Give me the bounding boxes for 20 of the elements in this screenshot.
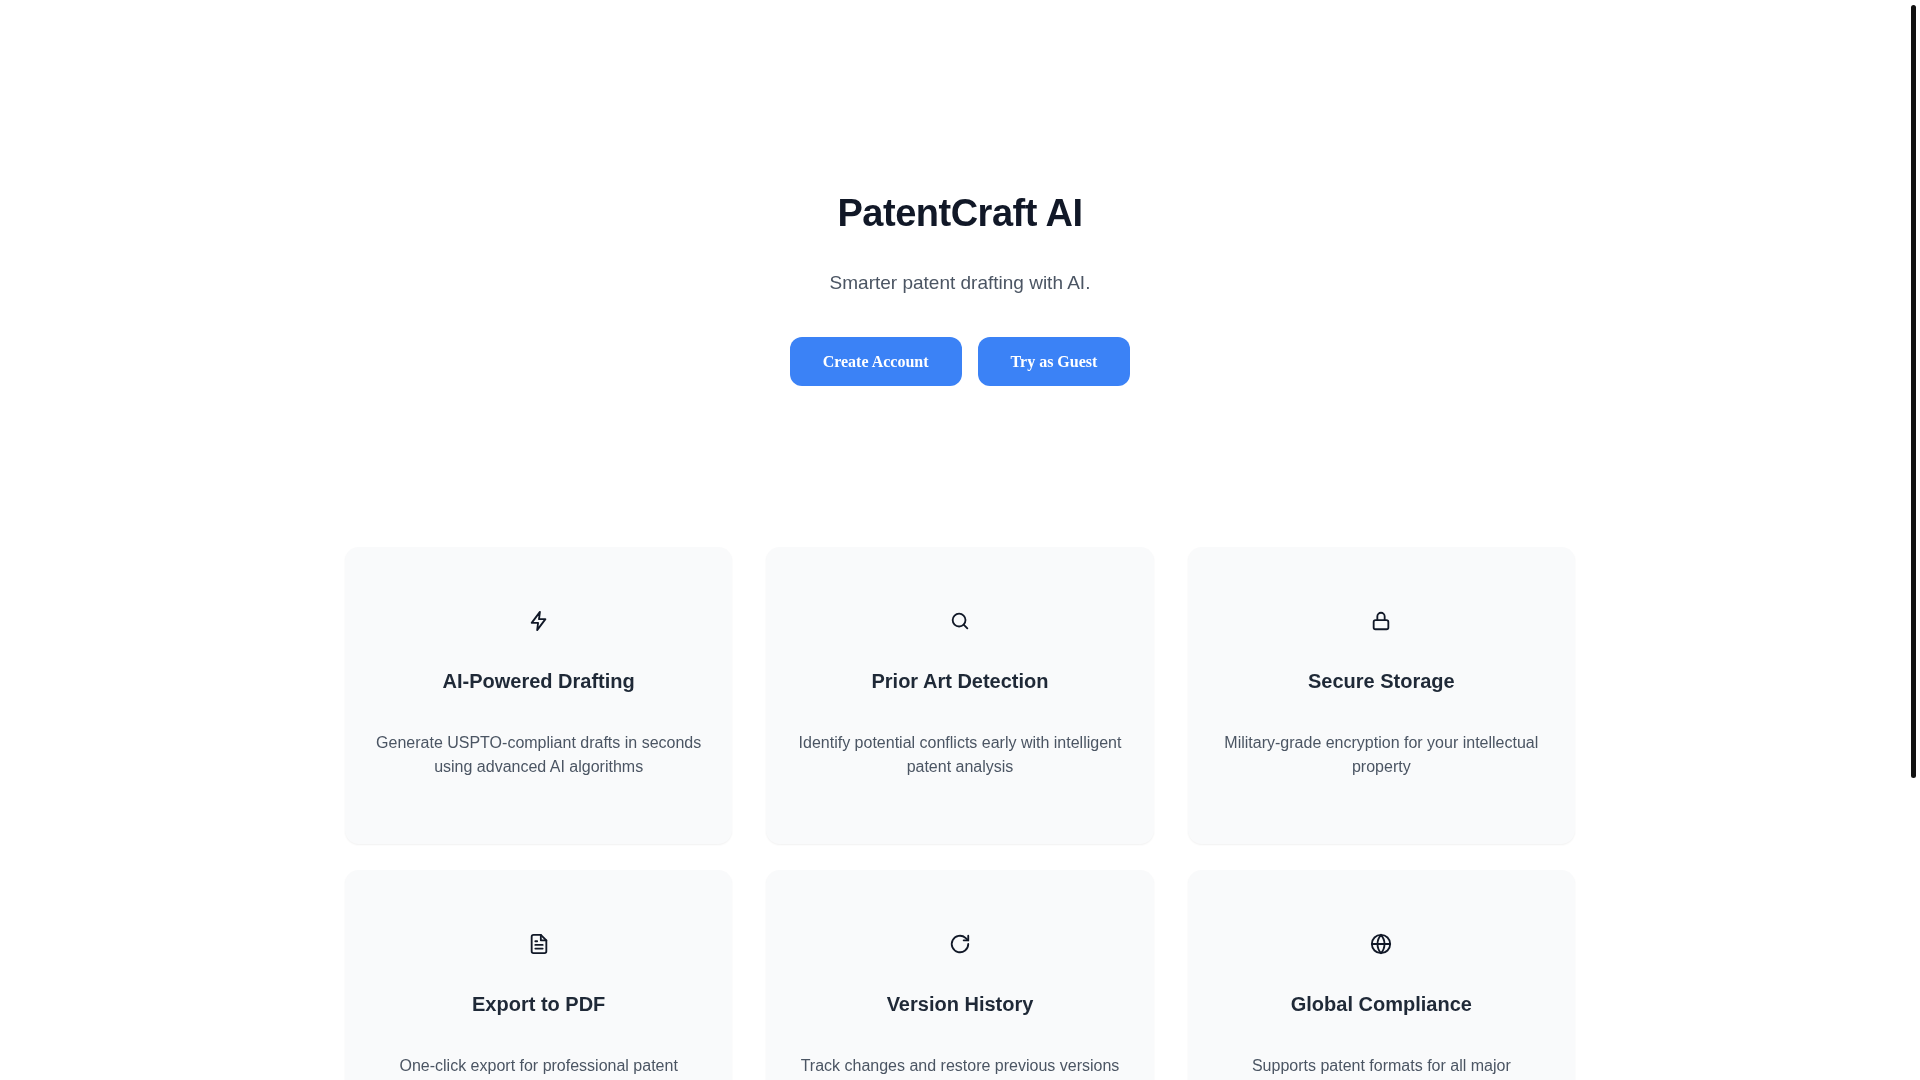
scrollbar-thumb[interactable]	[1911, 5, 1916, 778]
search-icon	[949, 610, 971, 632]
create-account-button[interactable]: Create Account	[789, 337, 962, 386]
feature-title: AI-Powered Drafting	[442, 669, 635, 694]
feature-title: Prior Art Detection	[871, 669, 1049, 694]
refresh-icon	[949, 933, 971, 955]
app-title: PatentCraft AI	[837, 191, 1083, 235]
feature-description: Military-grade encryption for your intellectual property	[1223, 733, 1540, 777]
globe-icon	[1370, 933, 1393, 955]
feature-description: Generate USPTO-compliant drafts in seconds using advanced AI algorithms	[375, 733, 703, 777]
feature-description: Track changes and restore previous versions	[800, 1056, 1120, 1076]
guest-button[interactable]: Try as Guest	[977, 337, 1131, 386]
feature-description: Supports patent formats for all major	[1251, 1056, 1511, 1076]
feature-title: Export to PDF	[472, 992, 606, 1017]
feature-title: Global Compliance	[1290, 992, 1472, 1017]
feature-description: One-click export for professional patent	[399, 1056, 678, 1076]
feature-description: Identify potential conflicts early with intelligent patent analysis	[797, 733, 1123, 777]
feature-title: Secure Storage	[1307, 669, 1455, 694]
feature-title: Version History	[886, 992, 1034, 1017]
tagline: Smarter patent drafting with AI.	[829, 271, 1091, 295]
